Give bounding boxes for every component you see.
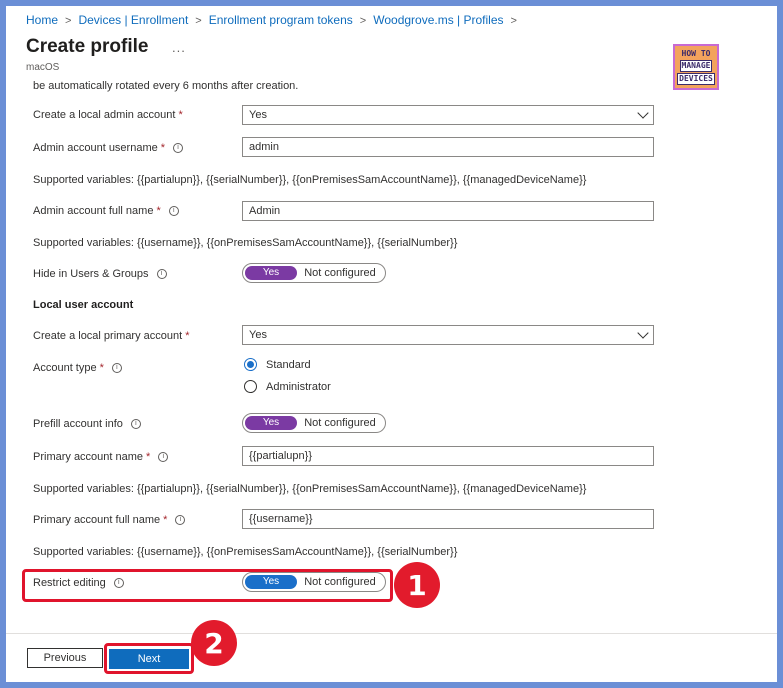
local-primary-label: Create a local primary account * — [33, 330, 189, 342]
toggle-not-configured[interactable]: Not configured — [297, 417, 383, 429]
local-primary-label-text: Create a local primary account — [33, 330, 183, 342]
admin-username-label: Admin account username * i — [33, 142, 184, 154]
annotation-highlight-restrict — [22, 569, 393, 602]
rotation-note: be automatically rotated every 6 months … — [33, 80, 299, 92]
radio-administrator[interactable]: Administrator — [244, 380, 331, 393]
required-mark: * — [99, 362, 104, 374]
hide-users-label-text: Hide in Users & Groups — [33, 268, 149, 280]
breadcrumb-profiles[interactable]: Woodgrove.ms | Profiles — [373, 13, 503, 27]
admin-fullname-input[interactable]: Admin — [242, 201, 654, 221]
info-icon[interactable]: i — [158, 452, 169, 462]
app-frame: Home > Devices | Enrollment > Enrollment pro… — [6, 6, 777, 682]
info-icon[interactable]: i — [111, 363, 122, 373]
breadcrumb-home[interactable]: Home — [26, 13, 58, 27]
breadcrumb-enrollment-tokens[interactable]: Enrollment program tokens — [209, 13, 353, 27]
required-mark: * — [156, 205, 161, 217]
chevron-right-icon: > — [195, 15, 202, 27]
chevron-right-icon: > — [510, 15, 517, 27]
local-primary-select[interactable]: Yes — [242, 325, 654, 345]
local-admin-select[interactable]: Yes — [242, 105, 654, 125]
toggle-not-configured[interactable]: Not configured — [297, 267, 383, 279]
toggle-yes[interactable]: Yes — [245, 416, 297, 430]
breadcrumb: Home > Devices | Enrollment > Enrollment pro… — [26, 13, 524, 27]
account-type-label-text: Account type — [33, 362, 97, 374]
logo-line-2: MANAGE — [679, 60, 713, 72]
logo-line-3: DEVICES — [677, 73, 715, 85]
admin-fullname-label: Admin account full name * i — [33, 205, 179, 217]
local-admin-label: Create a local admin account * — [33, 109, 183, 121]
required-mark: * — [146, 451, 151, 463]
required-mark: * — [160, 142, 166, 154]
info-icon[interactable]: i — [175, 515, 186, 525]
admin-username-label-text: Admin account username — [33, 142, 158, 154]
prefill-label: Prefill account info i — [33, 418, 141, 430]
page-subtitle: macOS — [26, 62, 60, 73]
radio-unselected-icon[interactable] — [244, 380, 257, 393]
settings-form: be automatically rotated every 6 months … — [20, 76, 656, 626]
toggle-yes[interactable]: Yes — [245, 266, 297, 280]
radio-standard[interactable]: Standard — [244, 358, 311, 371]
primary-fullname-variables: Supported variables: {{username}}, {{onP… — [33, 546, 458, 558]
admin-fullname-variables: Supported variables: {{username}}, {{onP… — [33, 237, 458, 249]
info-icon[interactable]: i — [156, 269, 167, 279]
primary-name-variables: Supported variables: {{partialupn}}, {{s… — [33, 483, 587, 495]
account-type-label: Account type * i — [33, 362, 122, 374]
local-primary-value: Yes — [249, 329, 267, 341]
primary-name-input[interactable]: {{partialupn}} — [242, 446, 654, 466]
chevron-right-icon: > — [359, 15, 367, 27]
required-mark: * — [163, 514, 168, 526]
chevron-down-icon — [637, 327, 649, 339]
section-local-user-account: Local user account — [33, 299, 134, 311]
annotation-badge-2: 2 — [191, 620, 237, 666]
next-button[interactable]: Next — [109, 649, 189, 669]
info-icon[interactable]: i — [130, 419, 141, 429]
prefill-label-text: Prefill account info — [33, 418, 123, 430]
logo-line-1: HOW TO — [681, 49, 711, 58]
info-icon[interactable]: i — [168, 206, 179, 216]
required-mark: * — [185, 330, 190, 342]
previous-button[interactable]: Previous — [27, 648, 103, 668]
more-options-icon[interactable]: ... — [172, 40, 186, 55]
primary-fullname-label: Primary account full name * i — [33, 514, 186, 526]
primary-name-label: Primary account name * i — [33, 451, 169, 463]
breadcrumb-devices-enrollment[interactable]: Devices | Enrollment — [78, 13, 188, 27]
hide-users-label: Hide in Users & Groups i — [33, 268, 167, 280]
chevron-right-icon: > — [65, 15, 72, 27]
local-admin-label-text: Create a local admin account — [33, 109, 176, 121]
primary-name-label-text: Primary account name — [33, 451, 144, 463]
footer-divider — [6, 633, 777, 634]
radio-standard-label: Standard — [266, 358, 311, 371]
radio-selected-icon[interactable] — [244, 358, 257, 371]
required-mark: * — [178, 109, 183, 121]
chevron-down-icon — [637, 107, 649, 119]
hide-users-toggle[interactable]: Yes Not configured — [242, 263, 386, 283]
info-icon[interactable]: i — [173, 143, 184, 153]
prefill-toggle[interactable]: Yes Not configured — [242, 413, 386, 433]
page-title: Create profile — [26, 36, 149, 57]
admin-username-input[interactable]: admin — [242, 137, 654, 157]
primary-fullname-label-text: Primary account full name — [33, 514, 161, 526]
annotation-badge-1: 1 — [394, 562, 440, 608]
local-admin-value: Yes — [249, 109, 267, 121]
admin-fullname-label-text: Admin account full name — [33, 205, 154, 217]
primary-fullname-input[interactable]: {{username}} — [242, 509, 654, 529]
admin-username-variables: Supported variables: {{partialupn}}, {{s… — [33, 174, 587, 186]
radio-administrator-label: Administrator — [266, 380, 331, 393]
brand-logo: HOW TO MANAGE DEVICES — [673, 44, 719, 90]
